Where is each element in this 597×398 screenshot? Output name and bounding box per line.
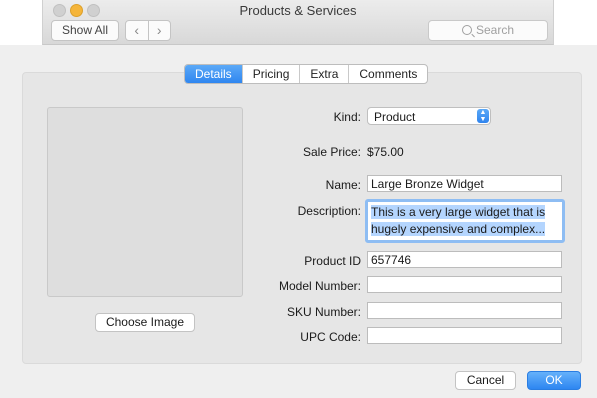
tab-extra[interactable]: Extra	[299, 65, 348, 83]
show-all-button[interactable]: Show All	[51, 20, 119, 41]
window-titlebar: Products & Services Show All ‹ › Search	[42, 0, 554, 45]
model-number-field[interactable]	[367, 276, 562, 293]
tab-details[interactable]: Details	[185, 65, 242, 83]
tab-comments[interactable]: Comments	[348, 65, 427, 83]
sku-number-label: SKU Number:	[286, 305, 361, 319]
search-icon	[461, 25, 472, 35]
back-forward-group: ‹ ›	[125, 20, 171, 41]
upc-code-label: UPC Code:	[300, 330, 361, 344]
name-field[interactable]: Large Bronze Widget	[367, 175, 562, 192]
kind-label: Kind:	[333, 110, 361, 124]
tab-bar: Details Pricing Extra Comments	[184, 64, 429, 84]
sku-number-field[interactable]	[367, 302, 562, 319]
kind-value: Product	[374, 110, 416, 124]
sale-price-label: Sale Price:	[302, 145, 361, 159]
product-id-label: Product ID	[304, 254, 361, 268]
popup-arrows-icon: ▲ ▼	[477, 109, 489, 123]
forward-button[interactable]: ›	[147, 21, 171, 40]
model-number-label: Model Number:	[278, 279, 361, 293]
cancel-button[interactable]: Cancel	[455, 371, 516, 390]
sale-price-value: $75.00	[367, 145, 404, 159]
choose-image-button[interactable]: Choose Image	[95, 313, 195, 332]
product-image-well[interactable]	[47, 107, 243, 297]
name-label: Name:	[325, 178, 361, 192]
description-field[interactable]: This is a very large widget that is huge…	[365, 199, 565, 243]
ok-button[interactable]: OK	[527, 371, 581, 390]
search-field[interactable]: Search	[428, 20, 548, 41]
description-selected-text: This is a very large widget that is huge…	[371, 205, 546, 236]
description-label: Description:	[297, 204, 361, 218]
tab-pricing[interactable]: Pricing	[241, 65, 300, 83]
window-content: Details Pricing Extra Comments Choose Im…	[0, 45, 597, 398]
back-button[interactable]: ‹	[126, 21, 148, 40]
window-title: Products & Services	[239, 3, 357, 18]
search-placeholder: Search	[475, 23, 515, 37]
upc-code-field[interactable]	[367, 327, 562, 344]
kind-popup[interactable]: Product ▲ ▼	[367, 107, 491, 125]
product-id-field[interactable]: 657746	[367, 251, 562, 268]
